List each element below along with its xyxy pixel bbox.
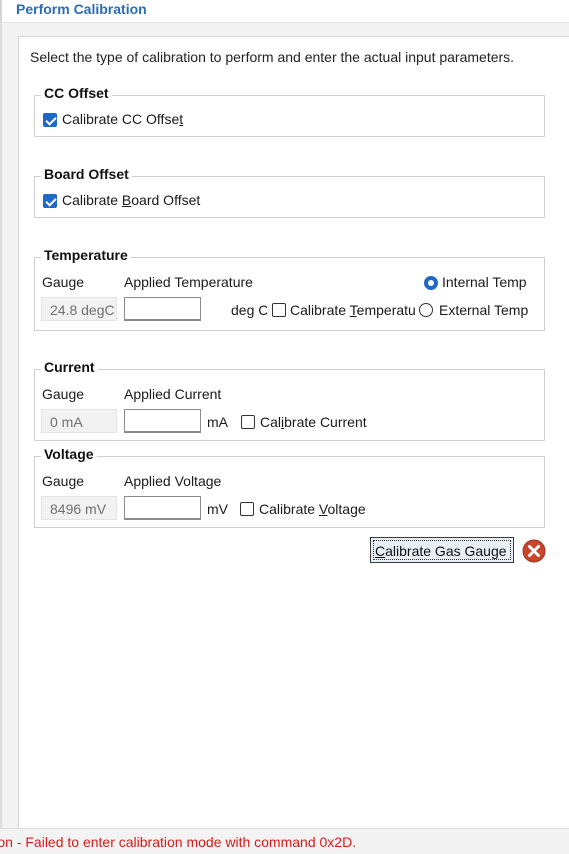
temperature-gauge-label: Gauge [42,274,85,290]
applied-temperature-input[interactable] [124,297,201,321]
voltage-gauge-value: 8496 mV [41,496,117,520]
calibrate-cc-offset-label[interactable]: Calibrate CC Offset [62,111,183,127]
applied-voltage-input[interactable] [124,496,201,520]
temperature-group: Temperature Gauge Applied Temperature In… [34,247,545,331]
cancel-x-icon[interactable] [522,539,546,563]
temperature-unit-label: deg C [231,302,267,318]
calibrate-temperature-label[interactable]: Calibrate Temperature [290,302,415,318]
left-divider [0,22,2,828]
temperature-legend: Temperature [41,247,131,263]
dialog-title-bar: Perform Calibration [0,0,569,23]
applied-voltage-label: Applied Voltage [124,473,222,489]
status-bar: Calibration - Failed to enter calibratio… [0,828,569,854]
instructions-text: Select the type of calibration to perfor… [30,49,515,65]
external-temp-label[interactable]: External Temp [439,302,528,318]
temperature-gauge-value: 24.8 degC [41,297,117,321]
status-message: Calibration - Failed to enter calibratio… [0,834,357,850]
voltage-gauge-label: Gauge [42,473,85,489]
calibrate-current-checkbox[interactable] [241,415,255,429]
internal-temp-label[interactable]: Internal Temp [442,274,527,290]
calibrate-voltage-label[interactable]: Calibrate Voltage [259,501,366,517]
calibrate-temperature-checkbox[interactable] [272,303,286,317]
applied-current-input[interactable] [124,409,201,433]
voltage-group: Voltage Gauge Applied Voltage 8496 mV mV… [34,446,545,528]
current-gauge-label: Gauge [42,386,85,402]
current-unit-label: mA [207,414,228,430]
board-offset-group: Board Offset Calibrate Board Offset [34,166,545,218]
title-accent [0,0,2,22]
cc-offset-legend: CC Offset [41,85,112,101]
external-temp-radio[interactable] [419,303,433,317]
calibrate-board-offset-checkbox[interactable] [43,194,57,208]
board-offset-legend: Board Offset [41,166,132,182]
current-gauge-value: 0 mA [41,409,117,433]
calibrate-voltage-checkbox[interactable] [240,502,254,516]
dialog-title: Perform Calibration [16,1,147,17]
voltage-legend: Voltage [41,446,97,462]
applied-temperature-label: Applied Temperature [124,274,253,290]
internal-temp-radio[interactable] [424,276,438,290]
cc-offset-group: CC Offset Calibrate CC Offset [34,85,545,137]
calibrate-cc-offset-checkbox[interactable] [43,113,57,127]
current-legend: Current [41,359,98,375]
calibrate-board-offset-label[interactable]: Calibrate Board Offset [62,192,200,208]
voltage-unit-label: mV [207,501,228,517]
current-group: Current Gauge Applied Current 0 mA mA Ca… [34,359,545,441]
calibrate-current-label[interactable]: Calibrate Current [260,414,367,430]
calibrate-gas-gauge-button[interactable]: Calibrate Gas Gauge [370,537,514,563]
applied-current-label: Applied Current [124,386,222,402]
